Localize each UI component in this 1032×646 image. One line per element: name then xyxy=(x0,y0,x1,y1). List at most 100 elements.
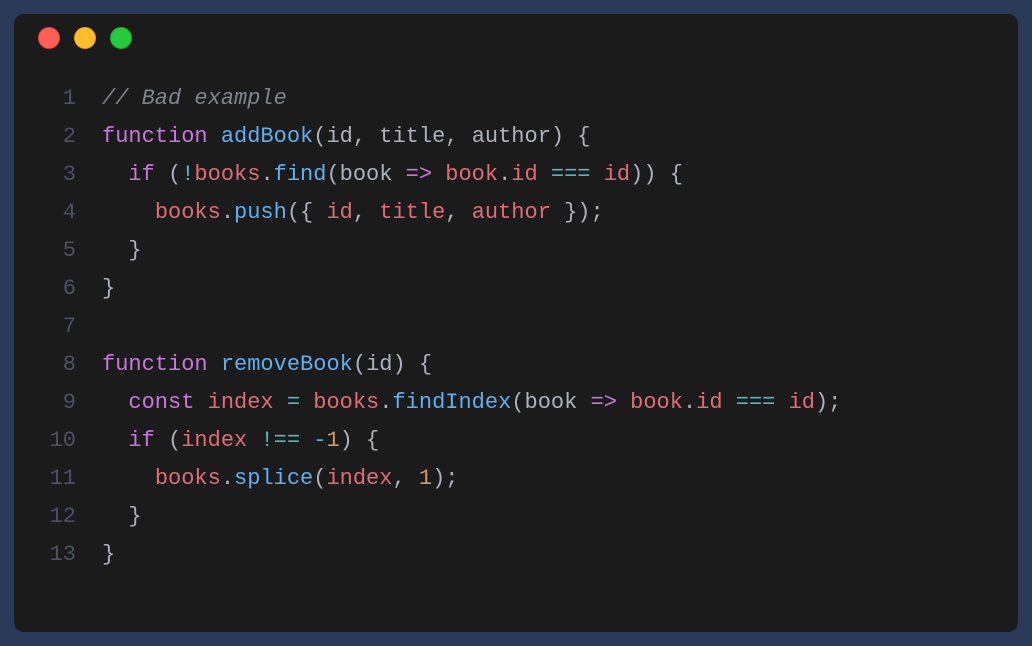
code-token: 1 xyxy=(419,466,432,491)
line-number: 1 xyxy=(28,80,102,118)
code-token xyxy=(102,162,128,187)
code-token: } xyxy=(128,238,141,263)
code-token: removeBook xyxy=(221,352,353,377)
code-token xyxy=(577,390,590,415)
code-token: => xyxy=(591,390,617,415)
line-number: 11 xyxy=(28,460,102,498)
code-content[interactable]: function addBook(id, title, author) { xyxy=(102,118,591,156)
code-token: - xyxy=(313,428,326,453)
code-token: id xyxy=(326,200,352,225)
code-line[interactable]: 5 } xyxy=(28,232,1000,270)
code-window: 1// Bad example2function addBook(id, tit… xyxy=(14,14,1018,632)
code-line[interactable]: 12 } xyxy=(28,498,1000,536)
code-token: , xyxy=(445,200,471,225)
code-token: if xyxy=(128,428,154,453)
code-token: ({ xyxy=(287,200,327,225)
code-token: , xyxy=(392,466,418,491)
code-token: if xyxy=(128,162,154,187)
code-content[interactable]: function removeBook(id) { xyxy=(102,346,432,384)
code-line[interactable]: 7 xyxy=(28,308,1000,346)
code-token: book xyxy=(525,390,578,415)
code-content[interactable]: if (index !== -1) { xyxy=(102,422,379,460)
code-token: . xyxy=(683,390,696,415)
code-token: . xyxy=(260,162,273,187)
code-content[interactable]: } xyxy=(102,498,142,536)
traffic-light-zoom-icon[interactable] xyxy=(110,27,132,49)
traffic-light-minimize-icon[interactable] xyxy=(74,27,96,49)
code-editor[interactable]: 1// Bad example2function addBook(id, tit… xyxy=(14,62,1018,598)
code-token: ( xyxy=(353,352,366,377)
code-token: book xyxy=(630,390,683,415)
code-content[interactable]: } xyxy=(102,536,115,574)
code-token xyxy=(102,390,128,415)
code-token: books xyxy=(155,200,221,225)
code-token: title xyxy=(379,124,445,149)
code-token: ) { xyxy=(551,124,591,149)
code-token: . xyxy=(221,466,234,491)
code-content[interactable]: books.push({ id, title, author }); xyxy=(102,194,604,232)
code-token xyxy=(155,162,168,187)
code-token: ( xyxy=(168,428,181,453)
code-token: id xyxy=(326,124,352,149)
code-token: , xyxy=(353,200,379,225)
code-token: } xyxy=(128,504,141,529)
line-number: 8 xyxy=(28,346,102,384)
code-token: } xyxy=(102,542,115,567)
code-token: id xyxy=(604,162,630,187)
code-token: ); xyxy=(815,390,841,415)
code-token: => xyxy=(406,162,432,187)
code-token: ); xyxy=(432,466,458,491)
code-token xyxy=(617,390,630,415)
code-token: ) { xyxy=(340,428,380,453)
code-token: . xyxy=(498,162,511,187)
code-token: find xyxy=(274,162,327,187)
code-line[interactable]: 9 const index = books.findIndex(book => … xyxy=(28,384,1000,422)
code-token xyxy=(194,390,207,415)
window-titlebar xyxy=(14,14,1018,62)
code-line[interactable]: 11 books.splice(index, 1); xyxy=(28,460,1000,498)
code-line[interactable]: 8function removeBook(id) { xyxy=(28,346,1000,384)
code-token: books xyxy=(194,162,260,187)
code-line[interactable]: 10 if (index !== -1) { xyxy=(28,422,1000,460)
code-token: id xyxy=(696,390,722,415)
code-token: id xyxy=(511,162,537,187)
code-token: books xyxy=(313,390,379,415)
code-token: } xyxy=(102,276,115,301)
code-line[interactable]: 3 if (!books.find(book => book.id === id… xyxy=(28,156,1000,194)
line-number: 9 xyxy=(28,384,102,422)
code-line[interactable]: 4 books.push({ id, title, author }); xyxy=(28,194,1000,232)
code-content[interactable]: const index = books.findIndex(book => bo… xyxy=(102,384,841,422)
code-token xyxy=(274,390,287,415)
code-token: === xyxy=(736,390,776,415)
code-token xyxy=(300,390,313,415)
code-token: id xyxy=(789,390,815,415)
code-content[interactable]: if (!books.find(book => book.id === id))… xyxy=(102,156,683,194)
code-token: findIndex xyxy=(392,390,511,415)
code-token: author xyxy=(472,124,551,149)
line-number: 3 xyxy=(28,156,102,194)
code-token xyxy=(155,428,168,453)
traffic-light-close-icon[interactable] xyxy=(38,27,60,49)
code-content[interactable]: } xyxy=(102,270,115,308)
code-token: const xyxy=(128,390,194,415)
code-line[interactable]: 1// Bad example xyxy=(28,80,1000,118)
code-content[interactable]: books.splice(index, 1); xyxy=(102,460,458,498)
code-content[interactable]: // Bad example xyxy=(102,80,287,118)
code-token xyxy=(247,428,260,453)
line-number: 12 xyxy=(28,498,102,536)
line-number: 7 xyxy=(28,308,102,346)
code-content[interactable]: } xyxy=(102,232,142,270)
code-token: )) { xyxy=(630,162,683,187)
code-line[interactable]: 13} xyxy=(28,536,1000,574)
code-line[interactable]: 6} xyxy=(28,270,1000,308)
code-token xyxy=(300,428,313,453)
code-line[interactable]: 2function addBook(id, title, author) { xyxy=(28,118,1000,156)
code-token: ( xyxy=(326,162,339,187)
code-token xyxy=(432,162,445,187)
line-number: 5 xyxy=(28,232,102,270)
code-token: addBook xyxy=(221,124,313,149)
code-token: , xyxy=(353,124,379,149)
code-token: // Bad example xyxy=(102,86,287,111)
code-token xyxy=(102,238,128,263)
code-token: title xyxy=(379,200,445,225)
